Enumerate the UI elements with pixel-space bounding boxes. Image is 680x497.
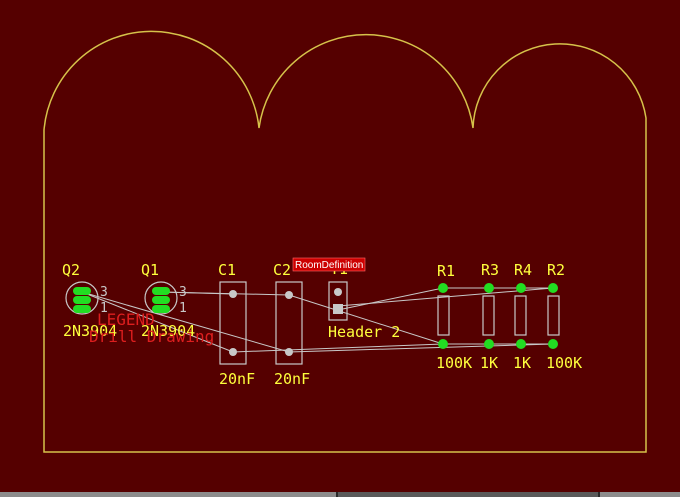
q1-pad-2: [152, 296, 170, 304]
r1-pad-1: [438, 283, 448, 293]
q1-pin-top-label: 3: [179, 285, 187, 300]
c1-pad-1: [229, 290, 237, 298]
q2-pad-3: [73, 305, 91, 313]
r2-pad-2: [548, 339, 558, 349]
c2-value: 20nF: [274, 370, 310, 388]
component-r1[interactable]: R1 100K: [436, 262, 472, 372]
t1-outline: [328, 281, 348, 321]
r3-designator: R3: [481, 261, 499, 279]
tooltip-label: RoomDefinition: [295, 260, 363, 271]
c2-pad-2: [285, 348, 293, 356]
q2-pad-2: [73, 296, 91, 304]
q1-designator: Q1: [141, 261, 159, 279]
c1-value: 20nF: [219, 370, 255, 388]
scrollbar-track-left: [0, 492, 336, 497]
c1-pad-2: [229, 348, 237, 356]
component-c2[interactable]: C2 20nF: [273, 261, 310, 388]
r2-pad-1: [548, 283, 558, 293]
q1-pad-1: [152, 287, 170, 295]
r4-body-outline: [514, 295, 527, 336]
board-outline: [43, 30, 647, 453]
r1-designator: R1: [437, 262, 455, 280]
t1-pad-1: [334, 288, 342, 296]
r2-value: 100K: [546, 354, 582, 372]
room-definition-tooltip: RoomDefinition: [292, 257, 366, 272]
c2-pad-1: [285, 291, 293, 299]
pcb-canvas[interactable]: Q2 3 1 2N3904 Q1 3 1 2N3904 LEGEND Drill…: [0, 0, 680, 497]
r3-pad-2: [484, 339, 494, 349]
scrollbar-track-right: [600, 492, 680, 497]
c2-designator: C2: [273, 261, 291, 279]
t1-value: Header 2: [328, 323, 400, 341]
horizontal-scrollbar[interactable]: [0, 492, 680, 497]
r2-designator: R2: [547, 261, 565, 279]
r3-pad-1: [484, 283, 494, 293]
q2-pin-top-label: 3: [100, 285, 108, 300]
r2-body-outline: [547, 295, 560, 336]
r1-pad-2: [438, 339, 448, 349]
r4-pad-2: [516, 339, 526, 349]
component-t1[interactable]: T1 Header 2: [328, 260, 400, 341]
r3-body-outline: [482, 295, 495, 336]
q2-designator: Q2: [62, 261, 80, 279]
r4-value: 1K: [513, 354, 531, 372]
q1-pin-bottom-label: 1: [179, 301, 187, 316]
component-r3[interactable]: R3 1K: [480, 261, 499, 372]
scrollbar-thumb[interactable]: [338, 492, 598, 497]
c1-designator: C1: [218, 261, 236, 279]
t1-pad-2: [333, 304, 343, 314]
r3-value: 1K: [480, 354, 498, 372]
component-r4[interactable]: R4 1K: [513, 261, 532, 372]
r1-value: 100K: [436, 354, 472, 372]
r4-pad-1: [516, 283, 526, 293]
r4-designator: R4: [514, 261, 532, 279]
legend-subtitle: Drill Drawing: [89, 327, 214, 346]
r1-body-outline: [437, 295, 450, 336]
q2-pad-1: [73, 287, 91, 295]
component-r2[interactable]: R2 100K: [546, 261, 582, 372]
component-c1[interactable]: C1 20nF: [218, 261, 255, 388]
